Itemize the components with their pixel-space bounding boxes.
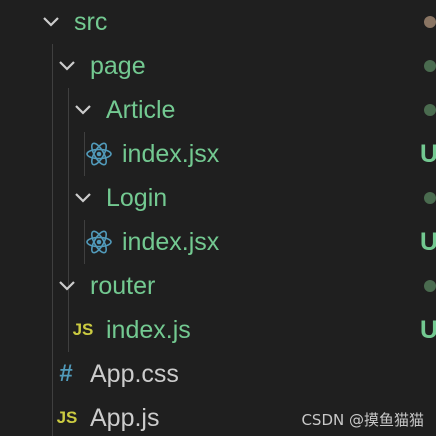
watermark: CSDN @摸鱼猫猫 <box>301 411 424 429</box>
file-explorer: src page Article index.jsx U Login index… <box>0 0 436 436</box>
js-icon: JS <box>56 408 78 427</box>
tree-item-label: index.jsx <box>122 140 220 168</box>
git-status-untracked: U <box>420 316 436 344</box>
tree-item-label: App.js <box>90 404 160 432</box>
git-status-untracked: U <box>420 140 436 168</box>
tree-item-label: index.jsx <box>122 228 220 256</box>
status-dot <box>424 60 436 72</box>
tree-item-router[interactable]: router <box>0 264 436 308</box>
chevron-down-icon[interactable] <box>56 275 78 297</box>
tree-item-label: router <box>90 272 156 300</box>
status-dot <box>424 192 436 204</box>
tree-item-label: page <box>90 52 146 80</box>
tree-item-label: index.js <box>106 316 191 344</box>
tree-item-label: src <box>74 8 108 36</box>
tree-item-label: Login <box>106 184 168 212</box>
react-icon <box>85 228 113 256</box>
status-dot <box>424 280 436 292</box>
react-icon <box>85 140 113 168</box>
status-dot <box>424 104 436 116</box>
tree-item-src[interactable]: src <box>0 0 436 44</box>
tree-item-page[interactable]: page <box>0 44 436 88</box>
chevron-down-icon[interactable] <box>56 55 78 77</box>
tree-item-article[interactable]: Article <box>0 88 436 132</box>
tree-item-login-index-jsx[interactable]: index.jsx U <box>0 220 436 264</box>
tree-item-article-index-jsx[interactable]: index.jsx U <box>0 132 436 176</box>
chevron-down-icon[interactable] <box>72 99 94 121</box>
js-icon: JS <box>72 320 94 339</box>
tree-item-label: App.css <box>90 360 179 388</box>
css-icon: # <box>59 360 73 387</box>
tree-item-router-index-js[interactable]: JS index.js U <box>0 308 436 352</box>
chevron-down-icon[interactable] <box>40 11 62 33</box>
tree-item-login[interactable]: Login <box>0 176 436 220</box>
tree-item-app-css[interactable]: # App.css <box>0 352 436 396</box>
chevron-down-icon[interactable] <box>72 187 94 209</box>
git-status-untracked: U <box>420 228 436 256</box>
status-dot <box>424 16 436 28</box>
tree-item-label: Article <box>106 96 176 124</box>
